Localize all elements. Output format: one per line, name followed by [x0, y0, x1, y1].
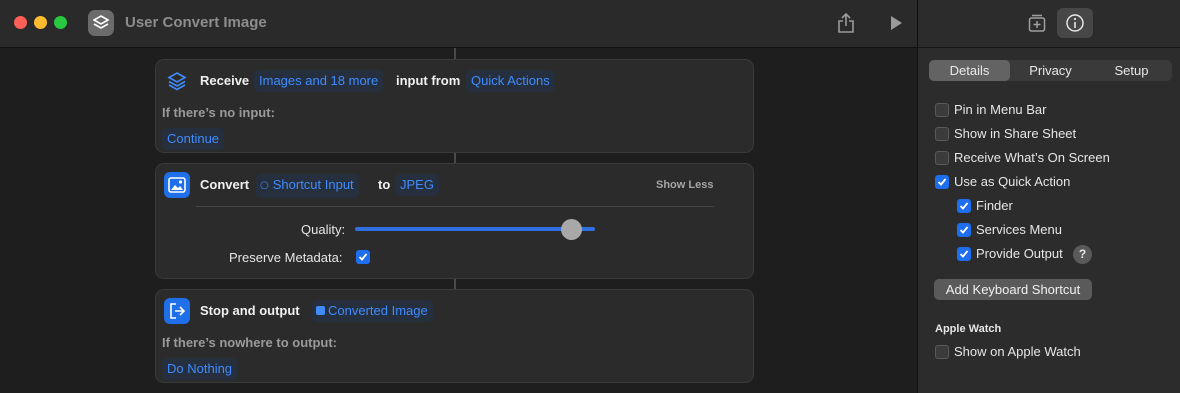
play-icon — [891, 16, 902, 30]
convert-image-action-card[interactable]: Convert ⎔ Shortcut Input to JPEG Show Les… — [155, 163, 754, 279]
quality-slider-track[interactable] — [355, 227, 595, 231]
converted-image-token[interactable]: Converted Image — [312, 300, 433, 322]
zoom-window-button[interactable] — [54, 16, 67, 29]
close-window-button[interactable] — [14, 16, 27, 29]
shortcut-input-token[interactable]: ⎔ Shortcut Input — [256, 174, 359, 198]
info-button[interactable] — [1057, 8, 1093, 38]
share-sheet-label: Show in Share Sheet — [954, 126, 1077, 141]
run-button[interactable] — [886, 12, 906, 34]
converted-image-label: Converted Image — [328, 303, 428, 318]
to-label: to — [378, 177, 391, 192]
tab-details[interactable]: Details — [929, 60, 1010, 81]
layers-icon — [164, 68, 190, 94]
editor-pane: User Convert Image Receive Images and 18… — [0, 0, 917, 393]
tab-privacy[interactable]: Privacy — [1010, 60, 1091, 81]
provide-output-label: Provide Output — [976, 246, 1063, 261]
exit-icon — [164, 298, 190, 324]
convert-label: Convert — [200, 177, 250, 192]
share-sheet-checkbox[interactable] — [935, 127, 949, 141]
share-icon — [838, 12, 854, 33]
no-input-label: If there’s no input: — [162, 105, 275, 120]
minimize-window-button[interactable] — [34, 16, 47, 29]
apple-watch-label: Show on Apple Watch — [954, 344, 1081, 359]
finder-checkbox[interactable] — [957, 199, 971, 213]
receive-whats-on-screen-label: Receive What’s On Screen — [954, 150, 1110, 165]
add-keyboard-shortcut-button[interactable]: Add Keyboard Shortcut — [934, 279, 1092, 300]
apple-watch-checkbox[interactable] — [935, 345, 949, 359]
quick-action-checkbox[interactable] — [935, 175, 949, 189]
input-source-token[interactable]: Quick Actions — [466, 70, 555, 92]
pin-menu-bar-label: Pin in Menu Bar — [954, 102, 1047, 117]
stop-and-output-label: Stop and output — [200, 303, 300, 318]
services-menu-checkbox[interactable] — [957, 223, 971, 237]
divider — [196, 206, 714, 207]
shortcut-input-label: Shortcut Input — [272, 177, 354, 192]
share-button[interactable] — [835, 11, 857, 35]
pin-menu-bar-checkbox[interactable] — [935, 103, 949, 117]
image-variable-icon — [316, 306, 325, 315]
variable-icon: ⎔ — [260, 181, 269, 192]
finder-label: Finder — [976, 198, 1013, 213]
help-button[interactable]: ? — [1073, 245, 1092, 264]
inspector-panel: Details Privacy Setup Pin in Menu Bar Sh… — [917, 0, 1180, 393]
title-bar: User Convert Image — [0, 0, 917, 48]
show-less-button[interactable]: Show Less — [656, 179, 713, 191]
tab-setup[interactable]: Setup — [1091, 60, 1172, 81]
preserve-metadata-label: Preserve Metadata: — [229, 250, 343, 265]
quick-action-label: Use as Quick Action — [954, 174, 1071, 189]
nowhere-to-output-label: If there’s nowhere to output: — [162, 335, 338, 350]
format-token[interactable]: JPEG — [395, 174, 439, 196]
inspector-toolbar — [918, 0, 1180, 48]
quality-label: Quality: — [301, 222, 346, 237]
info-icon — [1066, 14, 1084, 32]
services-menu-label: Services Menu — [976, 222, 1062, 237]
preserve-metadata-checkbox[interactable] — [356, 250, 370, 264]
image-icon — [164, 172, 190, 198]
nowhere-behavior-token[interactable]: Do Nothing — [162, 358, 238, 380]
receive-action-card[interactable]: Receive Images and 18 more input from Qu… — [155, 59, 754, 153]
inspector-tabs: Details Privacy Setup — [929, 60, 1172, 81]
shortcuts-icon — [88, 10, 114, 36]
window-title: User Convert Image — [125, 14, 267, 31]
stop-and-output-action-card[interactable]: Stop and output Converted Image If there… — [155, 289, 754, 383]
no-input-behavior-token[interactable]: Continue — [162, 128, 225, 150]
apple-watch-heading: Apple Watch — [935, 323, 1002, 335]
receive-whats-on-screen-checkbox[interactable] — [935, 151, 949, 165]
add-to-library-icon — [1028, 14, 1046, 32]
connector-line — [454, 153, 456, 163]
shortcuts-window: User Convert Image Receive Images and 18… — [0, 0, 1180, 393]
add-to-library-button[interactable] — [1019, 8, 1055, 38]
input-from-label: input from — [396, 73, 461, 88]
quality-slider-knob[interactable] — [560, 219, 582, 240]
input-types-token[interactable]: Images and 18 more — [254, 70, 384, 92]
receive-label: Receive — [200, 73, 250, 88]
provide-output-checkbox[interactable] — [957, 247, 971, 261]
